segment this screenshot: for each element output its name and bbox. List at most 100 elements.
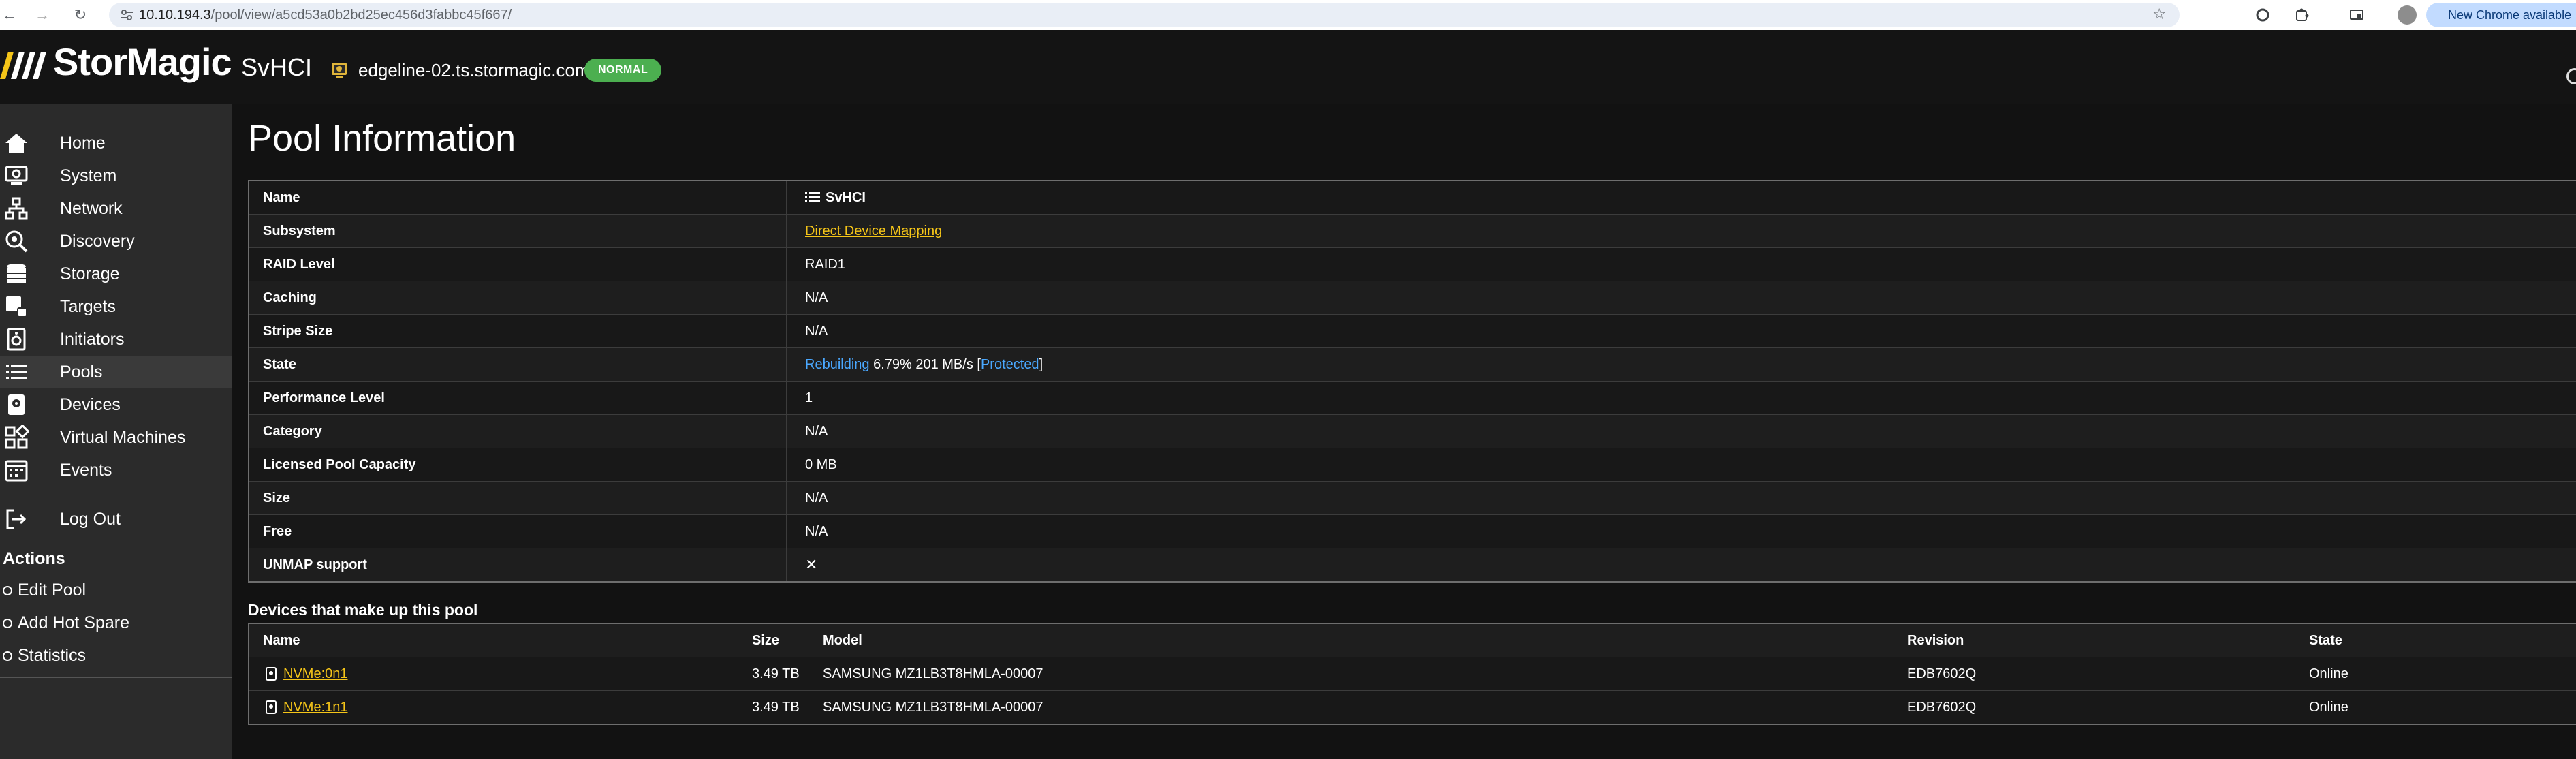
actions-heading: Actions xyxy=(3,549,65,568)
sidebar-item-logout[interactable]: Log Out xyxy=(0,503,232,536)
sidebar-item-label: Home xyxy=(60,133,106,153)
info-row-unmap-support: UNMAP support ✕ xyxy=(249,548,2576,581)
url-path: /pool/view/a5cd53a0b2bd25ec456d3fabbc45f… xyxy=(210,7,512,22)
initiators-icon xyxy=(3,326,30,353)
sidebar-item-label: Storage xyxy=(60,264,120,283)
column-divider xyxy=(786,181,787,214)
devices-table: Name Size Model Revision State NVMe:0n1 … xyxy=(248,623,2576,725)
sidebar-item-label: Log Out xyxy=(60,509,121,529)
column-divider xyxy=(786,281,787,314)
sidebar-item-initiators[interactable]: Initiators xyxy=(0,323,232,356)
sidebar-item-label: Events xyxy=(60,460,112,480)
info-key: Caching xyxy=(263,290,317,305)
sidebar-item-label: Pools xyxy=(60,362,103,382)
info-value: Rebuilding 6.79% 201 MB/s [Protected] xyxy=(805,348,1043,381)
browser-toolbar: ← → ↻ 10.10.194.3/pool/view/a5cd53a0b2bd… xyxy=(0,0,2576,31)
puzzle-extensions-icon[interactable] xyxy=(2291,4,2313,26)
sidebar-item-events[interactable]: Events xyxy=(0,454,232,486)
forward-icon[interactable]: → xyxy=(33,5,52,25)
bullet-icon xyxy=(3,585,12,595)
info-value: N/A xyxy=(805,324,828,339)
vm-icon xyxy=(3,424,30,451)
reload-icon[interactable]: ↻ xyxy=(71,5,90,25)
device-revision: EDB7602Q xyxy=(1907,666,1977,681)
column-header-name[interactable]: Name xyxy=(263,624,300,657)
device-link[interactable]: NVMe:0n1 xyxy=(283,657,348,690)
devices-icon xyxy=(3,391,30,418)
unmap-cross-icon: ✕ xyxy=(805,556,818,573)
targets-icon xyxy=(3,293,30,320)
column-header-state[interactable]: State xyxy=(2309,624,2342,657)
device-name-cell: NVMe:0n1 xyxy=(266,657,348,690)
sidebar-item-network[interactable]: Network xyxy=(0,192,232,225)
sidebar-item-label: Virtual Machines xyxy=(60,427,186,447)
sidebar-item-label: Devices xyxy=(60,394,121,414)
sidebar-item-virtual-machines[interactable]: Virtual Machines xyxy=(0,421,232,454)
sidebar-item-pools[interactable]: Pools xyxy=(0,356,232,388)
info-value: 1 xyxy=(805,390,813,405)
action-label: Add Hot Spare xyxy=(18,613,129,632)
info-row-free: Free N/A xyxy=(249,515,2576,548)
column-divider xyxy=(786,482,787,514)
bullet-icon xyxy=(3,618,12,628)
sidebar-divider xyxy=(0,677,232,678)
device-model: SAMSUNG MZ1LB3T8HMLA-00007 xyxy=(823,700,1043,715)
url-text: 10.10.194.3/pool/view/a5cd53a0b2bd25ec45… xyxy=(139,7,512,23)
info-row-name: Name SvHCI xyxy=(249,181,2576,215)
extension-icon[interactable] xyxy=(2252,4,2274,26)
update-chrome-button[interactable]: New Chrome available xyxy=(2426,3,2576,27)
info-value: N/A xyxy=(805,491,828,506)
action-statistics[interactable]: Statistics xyxy=(3,646,86,666)
devices-table-header: Name Size Model Revision State xyxy=(249,624,2576,657)
back-icon[interactable]: ← xyxy=(0,5,19,25)
action-label: Statistics xyxy=(18,646,87,665)
bookmark-star-icon[interactable]: ☆ xyxy=(2152,5,2166,23)
info-key: Size xyxy=(263,491,291,506)
column-header-model[interactable]: Model xyxy=(823,624,862,657)
info-key: Performance Level xyxy=(263,390,385,405)
info-key: Category xyxy=(263,424,322,439)
sidebar-item-label: Initiators xyxy=(60,329,125,349)
page-title: Pool Information xyxy=(248,118,516,159)
address-bar[interactable]: 10.10.194.3/pool/view/a5cd53a0b2bd25ec45… xyxy=(109,3,2180,27)
sidebar-item-targets[interactable]: Targets xyxy=(0,290,232,323)
pools-icon xyxy=(3,358,30,386)
info-key: Name xyxy=(263,190,300,205)
info-key: Licensed Pool Capacity xyxy=(263,457,416,472)
state-protected-link[interactable]: Protected xyxy=(981,348,1039,381)
disk-icon xyxy=(266,700,277,714)
column-header-revision[interactable]: Revision xyxy=(1907,624,1964,657)
system-icon xyxy=(3,162,30,189)
device-model: SAMSUNG MZ1LB3T8HMLA-00007 xyxy=(823,666,1043,681)
info-value: RAID1 xyxy=(805,257,845,272)
info-row-state: State Rebuilding 6.79% 201 MB/s [Protect… xyxy=(249,348,2576,382)
cast-icon[interactable] xyxy=(2346,4,2368,26)
info-row-subsystem: Subsystem Direct Device Mapping xyxy=(249,215,2576,248)
sidebar-item-system[interactable]: System xyxy=(0,159,232,192)
action-add-hot-spare[interactable]: Add Hot Spare xyxy=(3,613,129,633)
brand-name[interactable]: StorMagic xyxy=(53,40,232,84)
table-row: NVMe:1n1 3.49 TB SAMSUNG MZ1LB3T8HMLA-00… xyxy=(249,691,2576,724)
sidebar-item-home[interactable]: Home xyxy=(0,127,232,159)
site-info-icon[interactable] xyxy=(114,3,139,27)
sidebar-item-discovery[interactable]: Discovery xyxy=(0,225,232,258)
column-header-size[interactable]: Size xyxy=(752,624,779,657)
subsystem-link[interactable]: Direct Device Mapping xyxy=(805,215,942,247)
info-value: N/A xyxy=(805,424,828,439)
sidebar-item-devices[interactable]: Devices xyxy=(0,388,232,421)
device-size: 3.49 TB xyxy=(752,666,800,681)
info-key: Free xyxy=(263,524,292,539)
action-edit-pool[interactable]: Edit Pool xyxy=(3,580,86,600)
sidebar-item-storage[interactable]: Storage xyxy=(0,258,232,290)
home-icon xyxy=(3,129,30,157)
column-divider xyxy=(786,415,787,448)
state-rebuilding-link[interactable]: Rebuilding xyxy=(805,348,870,381)
info-row-licensed-capacity: Licensed Pool Capacity 0 MB xyxy=(249,448,2576,482)
device-link[interactable]: NVMe:1n1 xyxy=(283,691,348,724)
sidebar-item-label: System xyxy=(60,166,117,185)
info-row-category: Category N/A xyxy=(249,415,2576,448)
info-row-stripe-size: Stripe Size N/A xyxy=(249,315,2576,348)
sidebar: Home System Network Discovery Storage Ta… xyxy=(0,104,232,759)
url-host: 10.10.194.3 xyxy=(139,7,211,22)
profile-avatar[interactable] xyxy=(2398,5,2417,25)
